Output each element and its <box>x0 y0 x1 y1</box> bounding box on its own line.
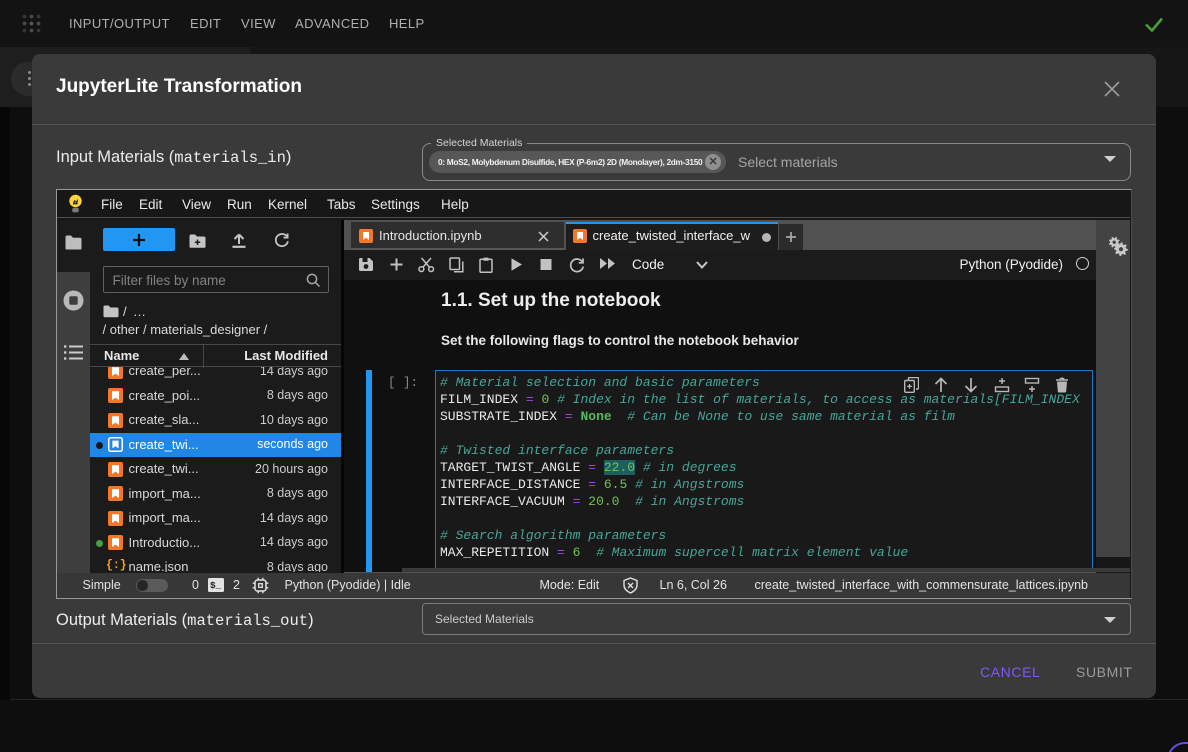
svg-text:_: _ <box>214 580 221 591</box>
